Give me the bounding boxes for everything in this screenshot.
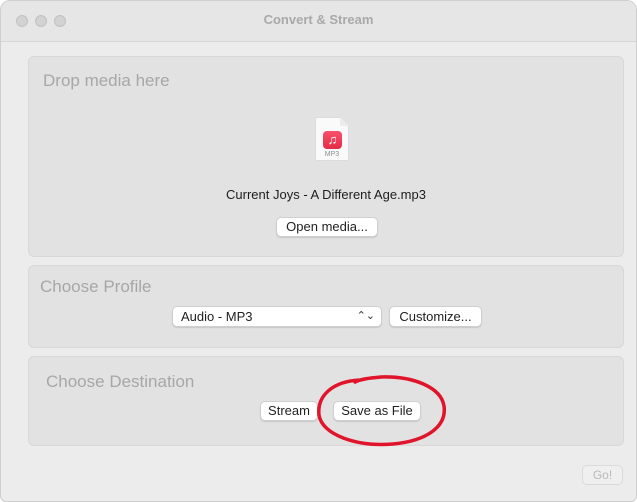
stream-button[interactable]: Stream [260, 401, 318, 421]
choose-profile-panel: Choose Profile Audio - MP3 ⌃⌄ Customize.… [28, 265, 624, 348]
up-down-chevron-icon: ⌃⌄ [356, 310, 375, 322]
window-title: Convert & Stream [263, 12, 374, 27]
drop-media-panel[interactable]: Drop media here ♫ MP3 Current Joys - A D… [28, 56, 624, 257]
save-as-file-button[interactable]: Save as File [333, 401, 421, 421]
media-file-name: Current Joys - A Different Age.mp3 [226, 187, 426, 202]
choose-destination-heading: Choose Destination [46, 372, 195, 391]
profile-select[interactable]: Audio - MP3 ⌃⌄ [172, 306, 382, 327]
choose-destination-panel: Choose Destination Stream Save as File [28, 356, 624, 446]
go-button[interactable]: Go! [582, 465, 623, 485]
profile-selected-value: Audio - MP3 [181, 309, 253, 324]
open-media-button[interactable]: Open media... [276, 217, 378, 237]
convert-stream-window: Convert & Stream Drop media here ♫ MP3 C… [0, 0, 637, 502]
music-note-icon: ♫ [323, 131, 342, 149]
mp3-file-icon: ♫ MP3 [315, 117, 349, 161]
customize-button[interactable]: Customize... [389, 306, 482, 327]
drop-media-heading: Drop media here [43, 71, 170, 90]
title-bar: Convert & Stream [1, 1, 636, 42]
file-type-label: MP3 [324, 151, 340, 158]
choose-profile-heading: Choose Profile [40, 277, 152, 296]
